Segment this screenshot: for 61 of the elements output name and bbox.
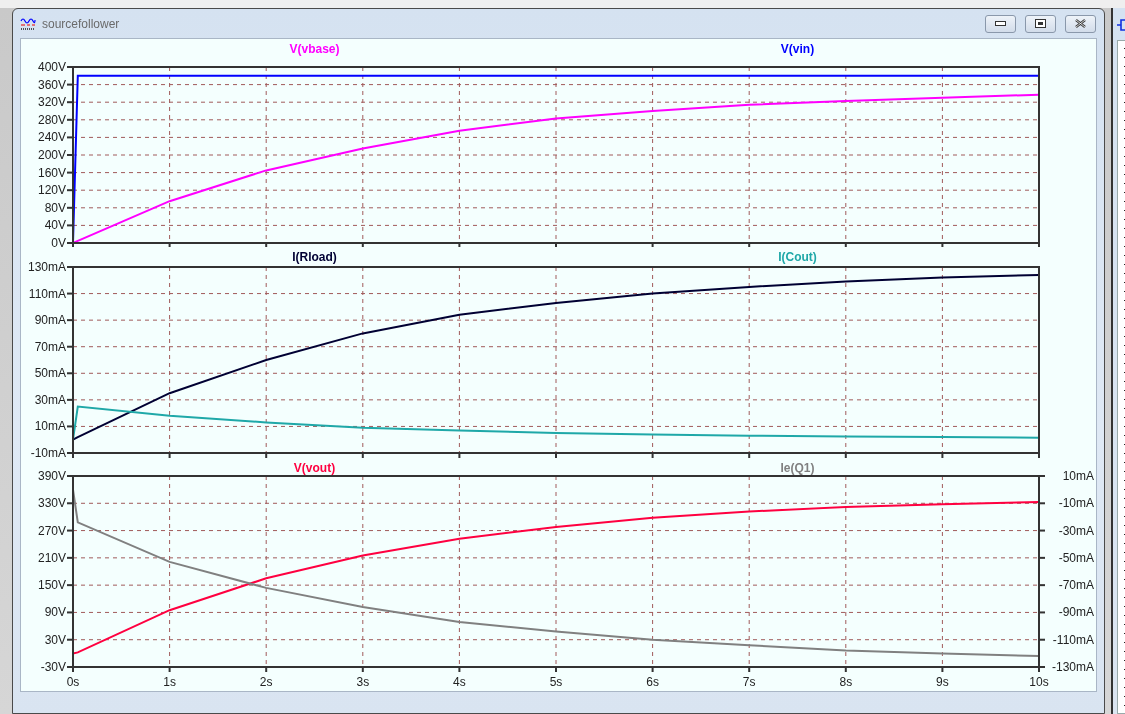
trace-label[interactable]: I(Rload) xyxy=(292,250,337,264)
axis-tick-label: 9s xyxy=(936,675,949,689)
axis-tick-label: 90mA xyxy=(34,313,66,328)
axis-tick-label: 2s xyxy=(259,675,273,689)
axis-tick-label: 360V xyxy=(37,77,66,92)
axis-tick-label: 10s xyxy=(1029,675,1049,689)
axis-tick-label: -30V xyxy=(40,660,66,674)
maximize-icon xyxy=(1035,19,1046,28)
axis-tick-label: 330V xyxy=(37,496,66,511)
close-icon xyxy=(1075,19,1086,28)
axis-tick-label: 7s xyxy=(742,675,756,689)
axis-tick-label: 1s xyxy=(163,675,176,689)
axis-tick-label: -70mA xyxy=(1058,578,1094,593)
axis-tick-label: 40V xyxy=(44,218,66,233)
trace-label[interactable]: I(Cout) xyxy=(778,250,817,264)
axis-tick-label: 3s xyxy=(356,675,370,689)
axis-tick-label: -10mA xyxy=(30,446,66,459)
close-button[interactable] xyxy=(1065,14,1096,33)
waveform-icon xyxy=(20,16,36,31)
axis-tick-label: 200V xyxy=(37,148,66,162)
axis-tick-label: 0s xyxy=(66,675,80,689)
minimize-icon xyxy=(995,21,1006,26)
axis-tick-label: 0V xyxy=(51,236,66,247)
axis-tick-label: 50mA xyxy=(34,366,66,381)
axis-tick-label: 320V xyxy=(37,95,66,110)
axis-tick-label: 30mA xyxy=(34,392,66,407)
axis-tick-label: 70mA xyxy=(34,339,66,354)
axis-tick-label: 120V xyxy=(37,183,66,198)
axis-tick-label: 130mA xyxy=(27,260,66,274)
axis-tick-label: 110mA xyxy=(28,286,66,301)
axis-tick-label: 10mA xyxy=(34,419,66,434)
axis-tick-label: -10mA xyxy=(1058,496,1094,511)
trace-label[interactable]: V(vin) xyxy=(780,42,815,56)
axis-tick-label: 160V xyxy=(37,165,66,180)
minimize-button[interactable] xyxy=(985,14,1016,33)
axis-tick-label: -50mA xyxy=(1058,550,1094,565)
trace-label[interactable]: V(vout) xyxy=(293,461,336,475)
axis-tick-label: 80V xyxy=(44,200,66,215)
axis-tick-label: 270V xyxy=(37,523,66,538)
axis-tick-label: 90V xyxy=(44,605,66,620)
axis-tick-label: -30mA xyxy=(1058,523,1094,538)
trace-label[interactable]: Ie(Q1) xyxy=(780,461,815,475)
axis-tick-label: 30V xyxy=(44,632,66,647)
axis-tick-label: 8s xyxy=(839,675,853,689)
axis-tick-label: 4s xyxy=(453,675,466,689)
axis-tick-label: 240V xyxy=(37,130,66,145)
axis-tick-label: -130mA xyxy=(1051,660,1094,674)
maximize-button[interactable] xyxy=(1025,14,1056,33)
axis-tick-label: 210V xyxy=(37,550,66,565)
schematic-icon xyxy=(1117,18,1125,32)
axis-tick-label: -90mA xyxy=(1058,605,1094,620)
axis-tick-label: 5s xyxy=(549,675,563,689)
axis-tick-label: 6s xyxy=(646,675,659,689)
trace-label[interactable]: V(vbase) xyxy=(289,42,340,56)
axis-tick-label: 390V xyxy=(37,469,66,483)
window-title: sourcefollower xyxy=(42,16,121,31)
axis-tick-label: -110mA xyxy=(1052,632,1094,647)
axis-tick-label: 10mA xyxy=(1062,469,1094,483)
axis-tick-label: 280V xyxy=(37,112,66,127)
axis-tick-label: 150V xyxy=(37,578,66,593)
axis-tick-label: 400V xyxy=(37,60,66,74)
